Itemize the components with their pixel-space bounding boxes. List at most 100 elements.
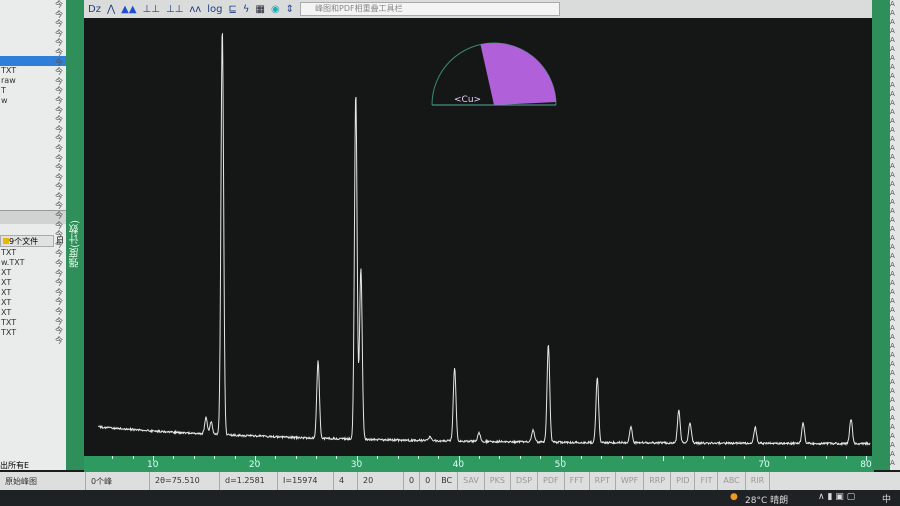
arrow-icon[interactable]: 今	[52, 154, 66, 164]
pattern-icon[interactable]: ⊥⊥	[166, 4, 183, 15]
overlay-icon[interactable]: ʌʌ	[189, 4, 201, 15]
arrow-icon[interactable]: 今	[52, 336, 66, 346]
file-item[interactable]: TXT	[0, 318, 52, 328]
pdf-item[interactable]: A	[890, 441, 900, 450]
pdf-item[interactable]: A	[890, 90, 900, 99]
pdf-item[interactable]: A	[890, 162, 900, 171]
tab-pdf[interactable]: PDF	[538, 472, 565, 490]
pdf-item[interactable]: A	[890, 108, 900, 117]
arrow-icon[interactable]: 今	[52, 221, 66, 231]
arrow-icon[interactable]: 今	[52, 48, 66, 58]
ime-indicator[interactable]: 中	[882, 492, 891, 505]
arrow-icon[interactable]: 今	[52, 115, 66, 125]
pdf-item[interactable]: A	[890, 324, 900, 333]
arrow-icon[interactable]: 今	[52, 125, 66, 135]
arrow-icon[interactable]: 今	[52, 269, 66, 279]
pdf-item[interactable]: A	[890, 63, 900, 72]
pdf-item[interactable]: A	[890, 234, 900, 243]
arrow-icon[interactable]: 今	[52, 96, 66, 106]
arrow-icon[interactable]: 今	[52, 249, 66, 259]
arrow-icon[interactable]: 今	[52, 201, 66, 211]
arrow-icon[interactable]: 今	[52, 38, 66, 48]
pdf-item[interactable]: A	[890, 387, 900, 396]
arrow-icon[interactable]: 今	[52, 67, 66, 77]
pdf-item[interactable]: A	[890, 0, 900, 9]
pdf-item[interactable]: A	[890, 378, 900, 387]
file-item[interactable]: XT	[0, 288, 52, 298]
peaks-icon[interactable]: ▲▲	[121, 4, 136, 15]
tray-icons[interactable]: ∧ ▮ ▣ ▢	[818, 492, 855, 502]
tab-rpt[interactable]: RPT	[590, 472, 616, 490]
tab-fft[interactable]: FFT	[565, 472, 590, 490]
pdf-item[interactable]: A	[890, 270, 900, 279]
pdf-item[interactable]: A	[890, 81, 900, 90]
arrow-icon[interactable]: 今	[52, 307, 66, 317]
file-item[interactable]: XT	[0, 298, 52, 308]
pdf-item[interactable]: A	[890, 117, 900, 126]
pdf-item[interactable]: A	[890, 45, 900, 54]
pdf-item[interactable]: A	[890, 459, 900, 468]
spin-icon[interactable]: ⇕	[286, 4, 294, 15]
tab-dsp[interactable]: DSP	[511, 472, 538, 490]
pdf-item[interactable]: A	[890, 261, 900, 270]
arrow-icon[interactable]: 今	[52, 278, 66, 288]
arrow-icon[interactable]: 今	[52, 163, 66, 173]
tab-bc[interactable]: BC	[436, 472, 458, 490]
label-icon[interactable]: ⊑	[228, 4, 236, 15]
pdf-item[interactable]: A	[890, 207, 900, 216]
cursor-icon[interactable]: ϟ	[243, 4, 250, 15]
tab-rir[interactable]: RIR	[746, 472, 770, 490]
file-item[interactable]: XT	[0, 308, 52, 318]
pdf-item[interactable]: A	[890, 144, 900, 153]
arrow-icon[interactable]: 今	[52, 0, 66, 10]
pdf-item[interactable]: A	[890, 72, 900, 81]
bg-icon[interactable]: ⊥⊥	[143, 4, 160, 15]
file-item[interactable]: XT	[0, 268, 52, 278]
pdf-item[interactable]: A	[890, 216, 900, 225]
tab-sav[interactable]: SAV	[458, 472, 485, 490]
overlay-toolbar-input[interactable]: 峰图和PDF相重叠工具栏	[300, 2, 560, 16]
pdf-item[interactable]: A	[890, 27, 900, 36]
filter-label[interactable]: 出所有E	[0, 460, 29, 470]
arrow-icon[interactable]: 今	[52, 86, 66, 96]
file-item[interactable]: XT	[0, 278, 52, 288]
pdf-item[interactable]: A	[890, 351, 900, 360]
pdf-item[interactable]: A	[890, 405, 900, 414]
log-icon[interactable]: log	[207, 4, 222, 15]
pdf-item[interactable]: A	[890, 369, 900, 378]
file-item[interactable]: TXT	[0, 248, 52, 258]
pdf-item[interactable]: A	[890, 297, 900, 306]
pdf-item[interactable]: A	[890, 189, 900, 198]
zoom-icon[interactable]: Dz	[88, 4, 101, 15]
tab-pid[interactable]: PID	[671, 472, 695, 490]
weather[interactable]: 28°C 晴朗	[745, 493, 788, 506]
arrow-icon[interactable]: 今	[52, 317, 66, 327]
arrow-icon[interactable]: 今	[52, 77, 66, 87]
arrow-icon[interactable]: 今	[52, 58, 66, 68]
pdf-item[interactable]: A	[890, 126, 900, 135]
phase-pie[interactable]: <Cu>	[432, 43, 556, 105]
arrow-icon[interactable]: 今	[52, 288, 66, 298]
arrow-icon[interactable]: 今	[52, 240, 66, 250]
pdf-item[interactable]: A	[890, 36, 900, 45]
arrow-icon[interactable]: 今	[52, 211, 66, 221]
pdf-item[interactable]: A	[890, 153, 900, 162]
pdf-item[interactable]: A	[890, 99, 900, 108]
arrow-icon[interactable]: 今	[52, 230, 66, 240]
pdf-item[interactable]: A	[890, 225, 900, 234]
pdf-item[interactable]: A	[890, 423, 900, 432]
arrow-icon[interactable]: 今	[52, 19, 66, 29]
pdf-item[interactable]: A	[890, 198, 900, 207]
tab-pks[interactable]: PKS	[485, 472, 511, 490]
pdf-item[interactable]: A	[890, 180, 900, 189]
tab-abc[interactable]: ABC	[718, 472, 745, 490]
grid-icon[interactable]: ▦	[255, 4, 264, 15]
tab-rrp[interactable]: RRP	[644, 472, 671, 490]
arrow-icon[interactable]: 今	[52, 29, 66, 39]
arrow-icon[interactable]: 今	[52, 173, 66, 183]
pdf-item[interactable]: A	[890, 243, 900, 252]
file-item[interactable]: TXT	[0, 328, 52, 338]
pdf-item[interactable]: A	[890, 432, 900, 441]
pdf-item[interactable]: A	[890, 333, 900, 342]
xrd-plot[interactable]: <Cu>	[84, 18, 872, 456]
